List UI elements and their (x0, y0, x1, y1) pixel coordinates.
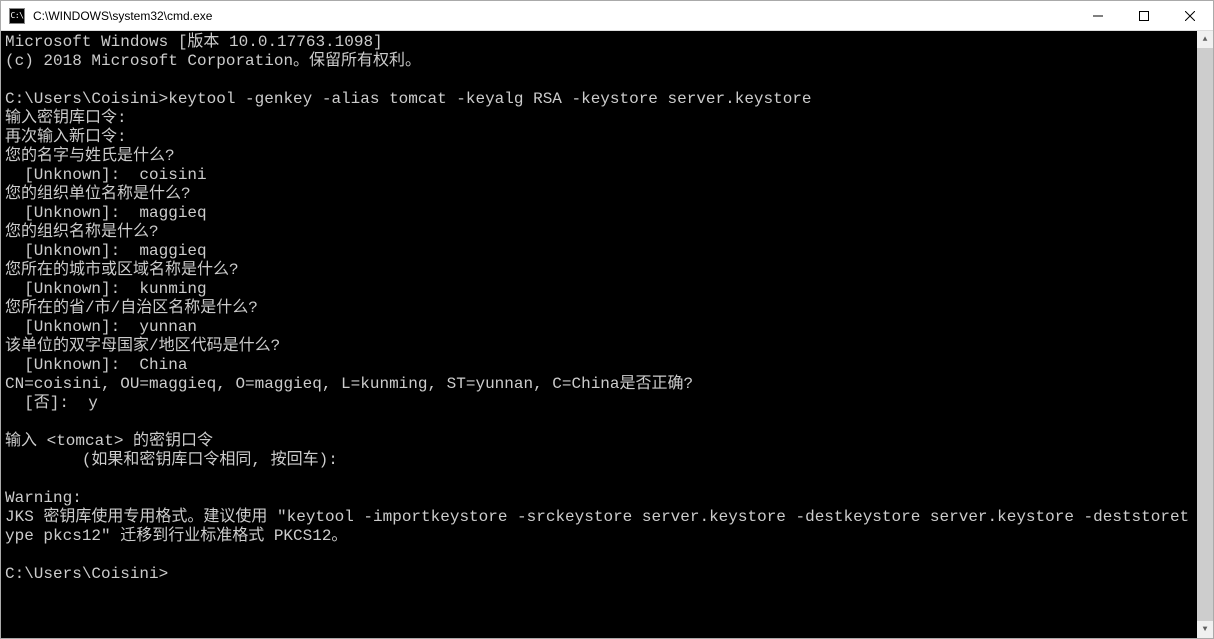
close-icon (1185, 11, 1195, 21)
close-button[interactable] (1167, 1, 1213, 30)
terminal-output[interactable]: Microsoft Windows [版本 10.0.17763.1098] (… (1, 31, 1197, 638)
app-icon: C:\ (9, 8, 25, 24)
maximize-icon (1139, 11, 1149, 21)
window-title: C:\WINDOWS\system32\cmd.exe (31, 9, 1075, 23)
scroll-thumb[interactable] (1197, 48, 1213, 621)
scroll-down-arrow[interactable]: ▼ (1197, 621, 1213, 638)
vertical-scrollbar[interactable]: ▲ ▼ (1197, 31, 1213, 638)
terminal-area: Microsoft Windows [版本 10.0.17763.1098] (… (1, 31, 1213, 638)
minimize-icon (1093, 11, 1103, 21)
scroll-track[interactable] (1197, 48, 1213, 621)
titlebar[interactable]: C:\ C:\WINDOWS\system32\cmd.exe (1, 1, 1213, 31)
cmd-window: C:\ C:\WINDOWS\system32\cmd.exe Microsof… (0, 0, 1214, 639)
scroll-up-arrow[interactable]: ▲ (1197, 31, 1213, 48)
maximize-button[interactable] (1121, 1, 1167, 30)
minimize-button[interactable] (1075, 1, 1121, 30)
window-controls (1075, 1, 1213, 30)
